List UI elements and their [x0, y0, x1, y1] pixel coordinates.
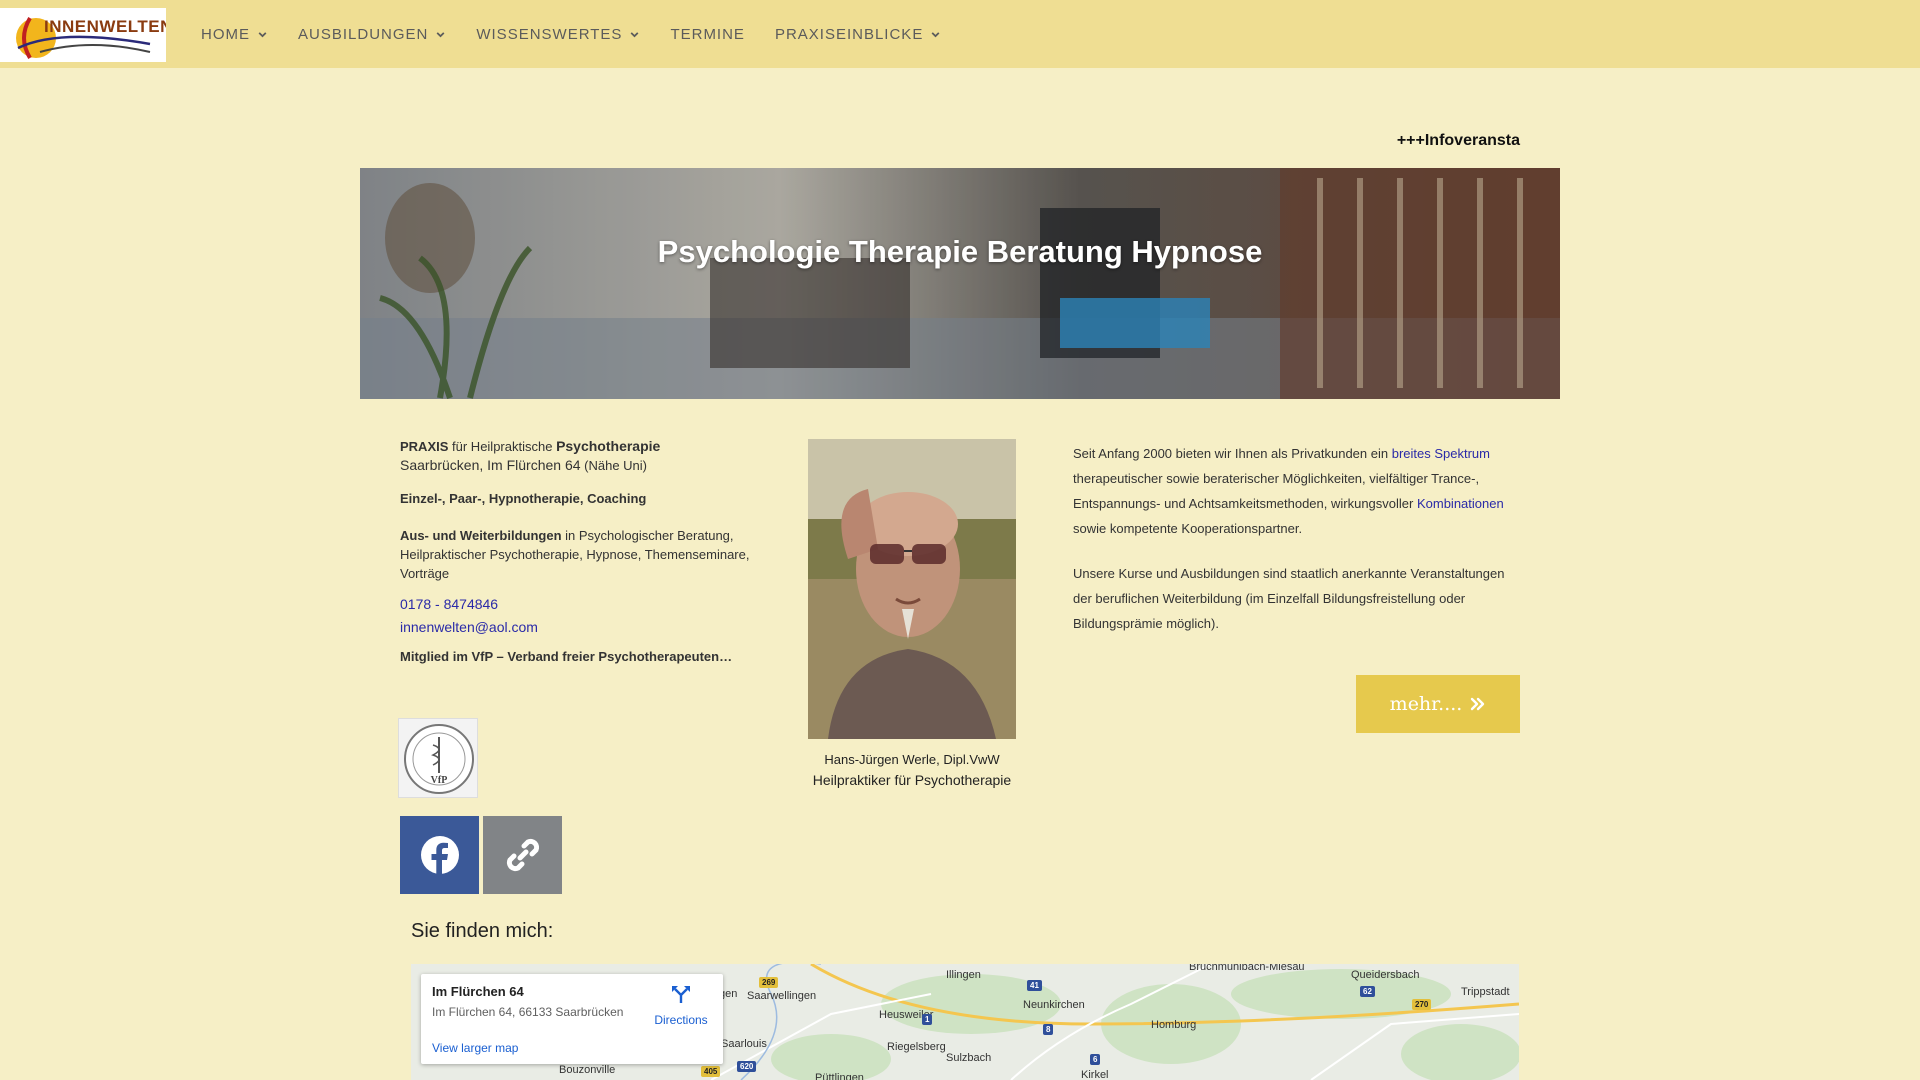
praxis-type: für Heilpraktische — [448, 439, 557, 454]
chevron-down-icon — [258, 31, 267, 37]
nav-ausbildungen-label: AUSBILDUNGEN — [298, 25, 429, 43]
praxis-specialty: Psychotherapie — [556, 438, 661, 454]
map-town: Saarlouis — [721, 1038, 767, 1050]
training-label: Aus- und Weiterbildungen — [400, 528, 562, 543]
directions-label: Directions — [654, 1013, 708, 1027]
double-chevron-right-icon — [1471, 697, 1485, 711]
more-button[interactable]: mehr.... — [1356, 675, 1520, 733]
map-road-label: 270 — [1412, 999, 1432, 1010]
google-map[interactable]: Illingen Neunkirchen Queidersbach Tripps… — [411, 964, 1519, 1080]
map-town: Saarwellingen — [747, 990, 817, 1002]
site-header: INNENWELTEN HOME AUSBILDUNGEN WISSENSWER… — [0, 0, 1920, 68]
map-road-label: 1 — [922, 1014, 933, 1025]
map-town: Homburg — [1151, 1019, 1197, 1031]
site-logo[interactable]: INNENWELTEN — [0, 8, 166, 62]
spektrum-link[interactable]: breites Spektrum — [1392, 446, 1490, 461]
map-road-label: 41 — [1027, 980, 1042, 991]
nav-wissenswertes-label: WISSENSWERTES — [476, 25, 623, 43]
nav-praxiseinblicke[interactable]: PRAXISEINBLICKE — [760, 26, 956, 43]
praxis-label: PRAXIS — [400, 439, 449, 454]
map-road-label: 405 — [701, 1066, 721, 1077]
map-town: Bouzonville — [559, 1064, 616, 1076]
directions-button[interactable]: Directions — [649, 984, 713, 1027]
about-p1-a: Seit Anfang 2000 bieten wir Ihnen als Pr… — [1073, 446, 1392, 461]
chevron-down-icon — [631, 31, 639, 37]
more-button-label: mehr.... — [1389, 693, 1463, 715]
nav-praxiseinblicke-label: PRAXISEINBLICKE — [774, 25, 924, 43]
map-town: Trippstadt — [1461, 986, 1510, 998]
portrait-caption: Hans-Jürgen Werle, Dipl.VwW Heilpraktike… — [760, 750, 1064, 790]
hero-title: Psychologie Therapie Beratung Hypnose — [657, 234, 1263, 269]
vfp-badge: VfP — [398, 718, 478, 798]
therapist-name: Hans-Jürgen Werle, Dipl.VwW — [824, 752, 1000, 767]
facebook-button[interactable] — [400, 816, 479, 894]
chevron-down-icon — [931, 31, 940, 37]
map-place-card: Im Flürchen 64 Im Flürchen 64, 66133 Saa… — [421, 974, 723, 1064]
map-town: Illingen — [946, 969, 981, 981]
kombinationen-link[interactable]: Kombinationen — [1417, 496, 1504, 511]
nav-termine[interactable]: TERMINE — [655, 26, 760, 43]
about-p2: Unsere Kurse und Ausbildungen sind staat… — [1073, 566, 1505, 631]
logo-text: INNENWELTEN — [44, 17, 166, 36]
directions-icon — [672, 986, 690, 1003]
hero-banner: Psychologie Therapie Beratung Hypnose — [360, 168, 1560, 399]
map-road-label: 269 — [759, 977, 779, 988]
services-list: Einzel-, Paar-, Hypnotherapie, Coaching — [400, 491, 647, 506]
main-nav: HOME AUSBILDUNGEN WISSENSWERTES TERMINE … — [186, 0, 956, 68]
map-road-label: 620 — [737, 1061, 757, 1072]
map-place-address: Im Flürchen 64, 66133 Saarbrücken — [432, 1005, 624, 1019]
nav-ausbildungen[interactable]: AUSBILDUNGEN — [283, 26, 461, 43]
chevron-down-icon — [436, 31, 445, 37]
nav-termine-label: TERMINE — [670, 25, 745, 43]
news-ticker[interactable]: +++Infoveransta — [1397, 132, 1520, 150]
about-p1-c: sowie kompetente Kooperationspartner. — [1073, 521, 1303, 536]
map-town: Püttlingen — [815, 1072, 864, 1080]
map-town: Sulzbach — [946, 1052, 992, 1064]
nav-wissenswertes[interactable]: WISSENSWERTES — [461, 26, 655, 43]
find-me-heading: Sie finden mich: — [411, 920, 554, 942]
map-town: Neunkirchen — [1023, 999, 1085, 1011]
map-road-label: 6 — [1090, 1054, 1101, 1065]
address-note: (Nähe Uni) — [580, 458, 647, 473]
phone-link[interactable]: 0178 - 8474846 — [400, 596, 498, 612]
nav-home[interactable]: HOME — [186, 26, 283, 43]
map-town: Kirkel — [1081, 1069, 1109, 1080]
map-town: Queidersbach — [1351, 969, 1420, 981]
therapist-portrait — [808, 439, 1016, 739]
therapist-title: Heilpraktiker für Psychotherapie — [812, 772, 1012, 788]
map-place-title: Im Flürchen 64 — [432, 984, 524, 999]
nav-home-label: HOME — [201, 25, 250, 43]
practice-address: Saarbrücken, Im Flürchen 64 — [400, 457, 581, 473]
practice-info: PRAXIS für Heilpraktische Psychotherapie… — [400, 437, 760, 678]
link-icon — [506, 838, 539, 872]
website-link-button[interactable] — [483, 816, 562, 894]
map-town: Bruchmühlbach-Miesau — [1189, 964, 1305, 973]
email-link[interactable]: innenwelten@aol.com — [400, 619, 538, 635]
about-text: Seit Anfang 2000 bieten wir Ihnen als Pr… — [1073, 441, 1525, 656]
membership-text: Mitglied im VfP – Verband freier Psychot… — [400, 649, 733, 664]
view-larger-map-link[interactable]: View larger map — [432, 1041, 518, 1055]
hero-background-image — [360, 168, 1560, 399]
map-town: Riegelsberg — [887, 1041, 946, 1053]
facebook-icon — [420, 836, 459, 874]
map-road-label: 8 — [1043, 1024, 1054, 1035]
badge-text: VfP — [431, 775, 448, 786]
map-road-label: 62 — [1360, 986, 1375, 997]
